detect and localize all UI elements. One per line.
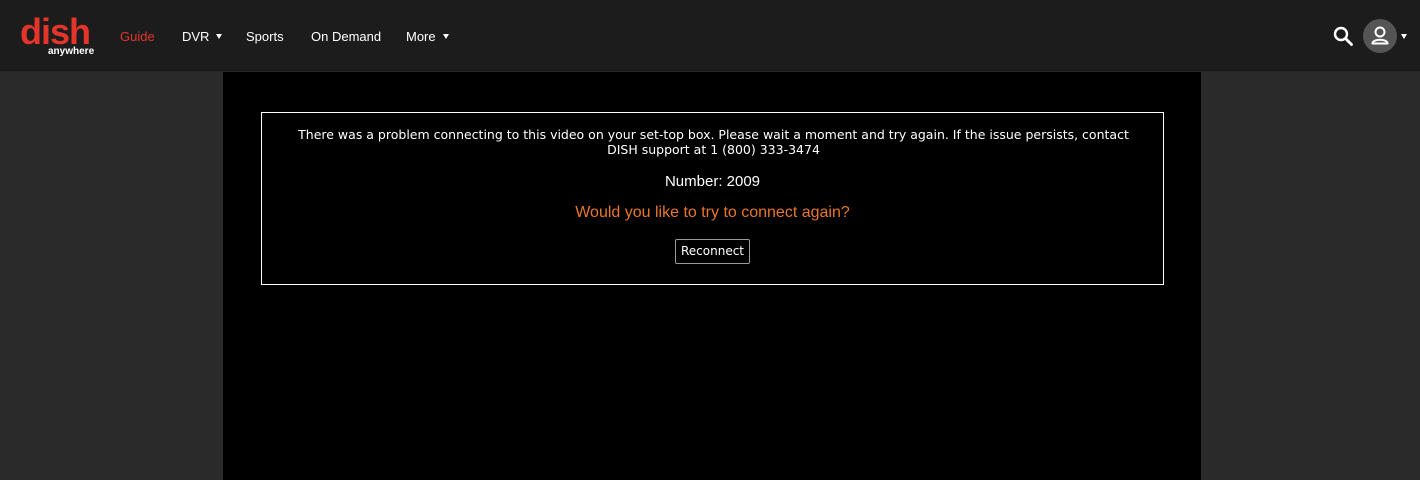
search-icon[interactable]	[1332, 25, 1354, 47]
chevron-down-icon	[216, 34, 223, 39]
nav-guide-label: Guide	[120, 29, 155, 44]
logo-wordmark: dish	[20, 11, 91, 52]
user-icon	[1371, 26, 1389, 45]
nav-on-demand-label: On Demand	[311, 29, 382, 44]
nav-dvr-label: DVR	[182, 29, 210, 44]
error-dialog: There was a problem connecting to this v…	[261, 112, 1164, 285]
top-nav-bar: dish anywhere Guide DVR Sports On Demand…	[0, 0, 1420, 72]
error-message: There was a problem connecting to this v…	[298, 127, 1129, 157]
error-number: Number: 2009	[664, 173, 761, 190]
nav-sports[interactable]: Sports	[246, 28, 284, 46]
caret-down-icon[interactable]	[1401, 34, 1407, 39]
reconnect-button[interactable]: Reconnect	[675, 239, 750, 264]
nav-more-label: More	[406, 29, 436, 44]
nav-dvr[interactable]: DVR	[182, 28, 223, 46]
dish-anywhere-logo[interactable]: dish anywhere	[20, 14, 98, 60]
nav-sports-label: Sports	[246, 29, 284, 44]
logo-subtitle: anywhere	[48, 46, 95, 57]
nav-more[interactable]: More	[406, 28, 449, 46]
chevron-down-icon	[442, 34, 449, 39]
account-avatar-button[interactable]	[1363, 19, 1397, 53]
video-player-area: There was a problem connecting to this v…	[223, 72, 1201, 480]
nav-guide[interactable]: Guide	[120, 28, 155, 46]
reconnect-prompt: Would you like to try to connect again?	[575, 204, 850, 221]
nav-on-demand[interactable]: On Demand	[311, 28, 381, 46]
